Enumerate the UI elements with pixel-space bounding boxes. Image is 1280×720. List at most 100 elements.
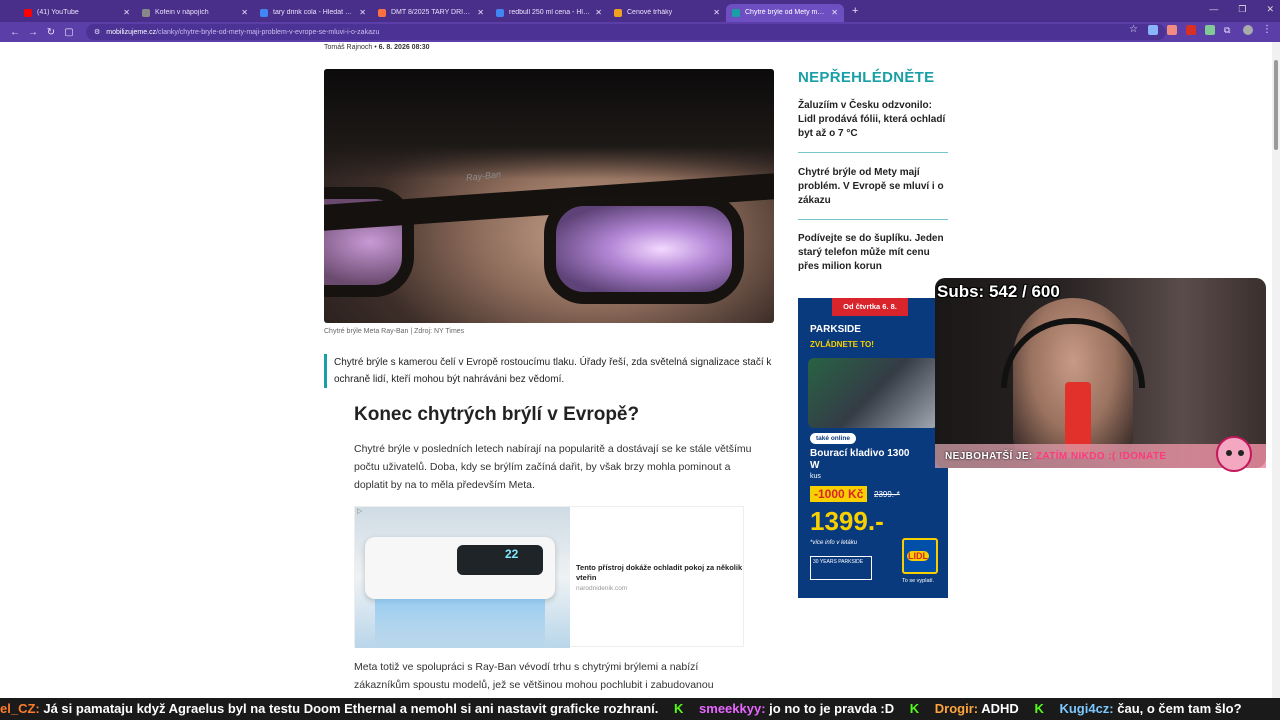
tab-favicon-icon xyxy=(496,8,504,17)
tab-title: DMT 8/2025 TARY DRINK s příchutí xyxy=(391,9,473,16)
article-paragraph: Chytré brýle v posledních letech nabíraj… xyxy=(354,443,752,491)
drill-image xyxy=(808,358,938,428)
browser-tab[interactable]: Kofein v nápojích ✕ xyxy=(136,4,254,22)
tab-close-icon[interactable]: ✕ xyxy=(831,8,838,17)
tab-title: Chytré brýle od Mety mají problém xyxy=(745,9,827,16)
hero-image-brand: Ray-Ban xyxy=(465,169,502,183)
sidebar-divider xyxy=(798,219,948,220)
extension-icon[interactable] xyxy=(1167,25,1177,35)
page-scrollbar[interactable] xyxy=(1272,42,1280,698)
tab-close-icon[interactable]: ✕ xyxy=(595,8,602,17)
minimize-icon[interactable]: — xyxy=(1209,4,1218,15)
donate-value: ZATÍM NIKDO :( !DONATE xyxy=(1035,451,1167,462)
chat-user: Kugi4cz: xyxy=(1059,701,1114,716)
price: 1399.- xyxy=(810,506,884,536)
window-controls: — ❐ ✕ xyxy=(1209,4,1274,15)
close-window-icon[interactable]: ✕ xyxy=(1266,4,1274,15)
ad-date: Od čtvrtka 6. 8. xyxy=(832,298,908,316)
lidl-slogan: To se vyplatí. xyxy=(902,578,935,584)
ad-source: narodnidenik.com xyxy=(576,585,628,592)
tab-favicon-icon xyxy=(614,8,622,17)
site-info-icon[interactable]: ⚙ xyxy=(94,28,100,36)
menu-icon[interactable]: ⋮ xyxy=(1262,25,1272,35)
address-bar: ← → ↻ ▢ ⚙ mobilizujeme.cz/clanky/chytre-… xyxy=(0,22,1280,42)
author[interactable]: Tomáš Rajnoch xyxy=(324,44,372,51)
browser-tab[interactable]: tary drink cola - Hledat Googlem ✕ xyxy=(254,4,372,22)
tab-favicon-icon xyxy=(378,8,386,17)
price-note: *více info v letáku xyxy=(810,540,858,546)
ad-brand: PARKSIDE xyxy=(810,324,861,335)
image-caption: Chytré brýle Meta Ray-Ban | Zdroj: NY Ti… xyxy=(324,328,465,335)
lidl-banner-ad[interactable]: Od čtvrtka 6. 8. PARKSIDE ZVLÁDNETE TO! … xyxy=(798,298,948,598)
tab-close-icon[interactable]: ✕ xyxy=(123,8,130,17)
browser-tab[interactable]: Cenové trháky ✕ xyxy=(608,4,726,22)
sidebar-article-link[interactable]: Žaluzíím v Česku odzvonilo: Lidl prodává… xyxy=(798,99,948,141)
article-paragraph: Meta totiž ve spolupráci s Ray-Ban vévod… xyxy=(354,661,714,698)
product-name: Bourací kladivo 1300 W xyxy=(810,448,910,471)
ad-slogan: ZVLÁDNETE TO! xyxy=(810,340,874,349)
tab-title: tary drink cola - Hledat Googlem xyxy=(273,9,355,16)
hero-image: Ray-Ban xyxy=(324,69,774,323)
lidl-logo: LIDL xyxy=(902,538,938,574)
tab-title: redbull 250 ml cena - Hledat Googlem xyxy=(509,9,591,16)
extension-icon[interactable] xyxy=(1186,25,1196,35)
extension-icons: ☆ ⧉ ⋮ xyxy=(1129,25,1272,35)
browser-tab[interactable]: redbull 250 ml cena - Hledat Googlem ✕ xyxy=(490,4,608,22)
tab-favicon-icon xyxy=(732,8,740,17)
tab-title: (41) YouTube xyxy=(37,9,79,16)
puzzle-icon[interactable]: ⧉ xyxy=(1224,25,1234,35)
discount-badge: -1000 Kč xyxy=(810,486,868,502)
chat-message: čau, o čem tam šlo? xyxy=(1117,701,1242,716)
profile-avatar[interactable] xyxy=(1243,25,1253,35)
url-host: mobilizujeme.cz xyxy=(106,28,157,36)
new-tab-button[interactable]: + xyxy=(852,5,858,17)
publish-date: 6. 8. 2026 08:30 xyxy=(378,44,430,51)
ad-title[interactable]: Tento přístroj dokáže ochladit pokoj za … xyxy=(576,563,744,583)
tab-close-icon[interactable]: ✕ xyxy=(713,8,720,17)
sidebar-toggle-icon[interactable]: ▢ xyxy=(60,27,78,38)
anniversary-badge: 30 YEARS PARKSIDE xyxy=(810,556,872,580)
tab-favicon-icon xyxy=(142,8,150,17)
tab-bar: (41) YouTube ✕ Kofein v nápojích ✕ tary drin… xyxy=(0,0,1280,22)
url-path: /clanky/chytre-bryle-od-mety-maji-proble… xyxy=(156,28,380,36)
sidebar-article-link[interactable]: Podívejte se do šuplíku. Jeden starý tel… xyxy=(798,232,948,274)
forward-icon[interactable]: → xyxy=(24,27,42,38)
tab-close-icon[interactable]: ✕ xyxy=(241,8,248,17)
article-byline: Tomáš Rajnoch • 6. 8. 2026 08:30 xyxy=(324,44,430,51)
native-ad[interactable]: 22 ▷ Tento přístroj dokáže ochladit poko… xyxy=(354,506,744,648)
old-price: 2399.-* xyxy=(874,490,900,499)
product-unit: kus xyxy=(810,473,821,480)
ad-device-display: 22 xyxy=(505,547,519,561)
chat-user: smeekkyy: xyxy=(699,701,766,716)
browser-tab[interactable]: (41) YouTube ✕ xyxy=(18,4,136,22)
bookmark-star-icon[interactable]: ☆ xyxy=(1129,25,1139,35)
scrollbar-thumb[interactable] xyxy=(1274,60,1278,150)
chat-user: Drogir: xyxy=(934,701,979,716)
tab-title: Kofein v nápojích xyxy=(155,9,209,16)
tab-favicon-icon xyxy=(260,8,268,17)
tab-close-icon[interactable]: ✕ xyxy=(359,8,366,17)
url-input[interactable]: ⚙ mobilizujeme.cz/clanky/chytre-bryle-od… xyxy=(86,24,1166,40)
extension-icon[interactable] xyxy=(1148,25,1158,35)
chat-message: Já si pamataju když Agraelus byl na test… xyxy=(43,701,659,716)
donate-text: NEJBOHATŠÍ JE: ZATÍM NIKDO :( !DONATE xyxy=(945,451,1166,462)
ad-image[interactable]: 22 xyxy=(355,507,570,648)
subs-counter: Subs: 542 / 600 xyxy=(937,282,1060,301)
sidebar-heading: NEPŘEHLÉDNĚTE xyxy=(798,69,935,86)
chat-message: jo no to je pravda :D xyxy=(769,701,895,716)
browser-tab[interactable]: Chytré brýle od Mety mají problém ✕ xyxy=(726,3,844,22)
maximize-icon[interactable]: ❐ xyxy=(1238,4,1246,15)
extension-icon[interactable] xyxy=(1205,25,1215,35)
online-badge: také online xyxy=(810,433,856,444)
tab-title: Cenové trháky xyxy=(627,9,673,16)
chat-message: ADHD xyxy=(981,701,1019,716)
browser-tab[interactable]: DMT 8/2025 TARY DRINK s příchutí ✕ xyxy=(372,4,490,22)
back-icon[interactable]: ← xyxy=(6,27,24,38)
reload-icon[interactable]: ↻ xyxy=(42,27,60,38)
sidebar-divider xyxy=(798,152,948,153)
ad-info-icon[interactable]: ▷ xyxy=(357,507,362,515)
section-heading: Konec chytrých brýlí v Evropě? xyxy=(354,404,640,425)
sidebar-article-link[interactable]: Chytré brýle od Mety mají problém. V Evr… xyxy=(798,166,948,208)
tab-close-icon[interactable]: ✕ xyxy=(477,8,484,17)
skull-icon xyxy=(1216,436,1252,472)
